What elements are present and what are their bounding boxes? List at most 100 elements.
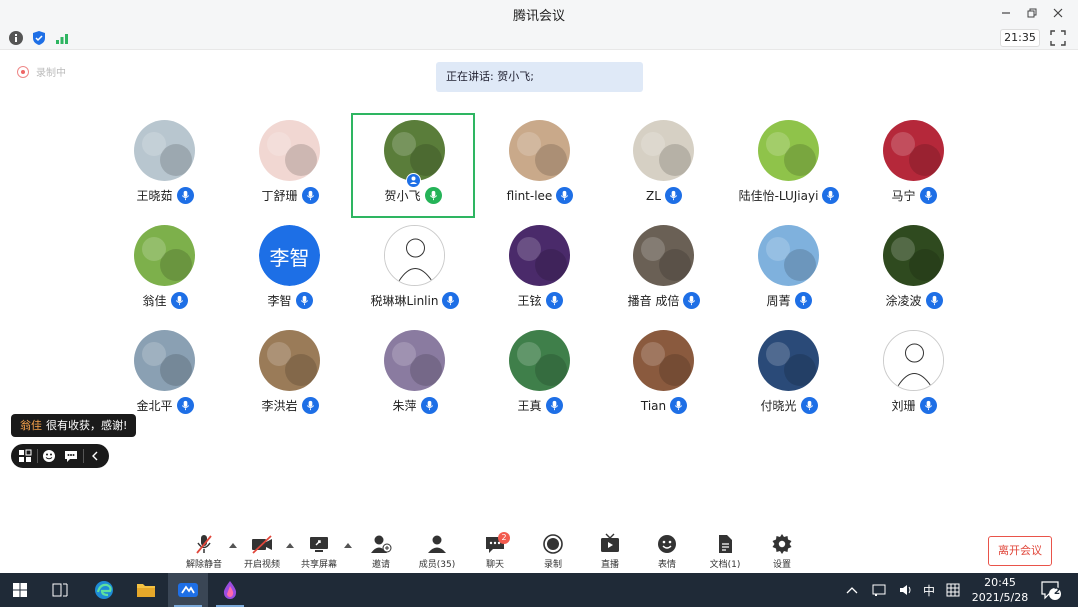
participant-name-row: 王铉 xyxy=(468,292,612,309)
documents-button[interactable]: 文档(1) xyxy=(703,532,747,570)
participant-name-row: 丁舒珊 xyxy=(218,187,362,204)
mic-icon xyxy=(295,292,313,309)
windows-taskbar: 中 20:45 2021/5/28 2 xyxy=(0,573,1078,607)
participant-name-row: 朱萍 xyxy=(343,397,487,414)
live-stream-icon xyxy=(601,533,619,552)
share-screen-icon xyxy=(310,537,328,552)
task-view-icon xyxy=(52,583,68,597)
reactions-button[interactable]: 表情 xyxy=(645,532,689,570)
participant-tile[interactable]: 陆佳怡-LUJiayi xyxy=(727,115,851,220)
mic-icon xyxy=(301,187,319,204)
participant-tile[interactable]: Tian xyxy=(602,325,726,430)
mic-icon xyxy=(442,292,460,309)
participant-tile[interactable]: 涂凌波 xyxy=(852,220,976,325)
restore-button[interactable] xyxy=(1020,3,1044,23)
mic-icon xyxy=(545,397,563,414)
droplet-app-icon xyxy=(223,581,237,599)
invite-button[interactable]: 邀请 xyxy=(359,532,403,570)
participant-tile[interactable]: 李智 李智 xyxy=(228,220,352,325)
participant-tile[interactable]: 马宁 xyxy=(852,115,976,220)
layout-toggle-button[interactable] xyxy=(15,446,35,466)
participant-name-row: 税琳琳Linlin xyxy=(343,292,487,309)
notification-center-button[interactable]: 2 xyxy=(1040,580,1062,600)
participant-tile[interactable]: 王真 xyxy=(478,325,602,430)
participant-name-row: flint-lee xyxy=(468,187,612,204)
participant-name-row: 周菁 xyxy=(717,292,861,309)
participant-tile[interactable]: 税琳琳Linlin xyxy=(353,220,477,325)
settings-button[interactable]: 设置 xyxy=(760,532,804,570)
start-button[interactable] xyxy=(0,573,40,607)
emoji-button[interactable] xyxy=(39,446,59,466)
network-tray-icon[interactable] xyxy=(872,573,888,607)
volume-tray-icon[interactable] xyxy=(898,573,914,607)
participant-tile[interactable]: 丁舒珊 xyxy=(228,115,352,220)
security-shield-icon[interactable] xyxy=(31,30,47,46)
smiley-icon xyxy=(658,535,676,553)
participant-tile[interactable]: 王铉 xyxy=(478,220,602,325)
minimize-button[interactable] xyxy=(994,3,1018,23)
mic-muted-icon xyxy=(196,535,212,554)
gear-icon xyxy=(772,534,792,554)
record-button[interactable]: 录制 xyxy=(531,532,575,570)
participant-tile[interactable]: ZL xyxy=(602,115,726,220)
ime-indicator[interactable]: 中 xyxy=(923,573,935,607)
show-hidden-icons-button[interactable] xyxy=(846,573,858,607)
chat-toast[interactable]: 翁佳 很有收获，感谢! xyxy=(11,414,137,437)
tencent-meeting-taskbar-button[interactable] xyxy=(168,573,208,607)
participant-tile[interactable]: 王晓茹 xyxy=(103,115,227,220)
participant-name: 贺小飞 xyxy=(384,189,421,203)
participant-tile[interactable]: 朱萍 xyxy=(353,325,477,430)
avatar xyxy=(509,330,570,391)
tencent-meeting-icon xyxy=(178,583,198,597)
emoji-icon xyxy=(43,450,56,462)
unmute-button[interactable]: 解除静音 xyxy=(182,532,226,570)
fullscreen-button[interactable] xyxy=(1049,29,1067,47)
participant-tile[interactable]: flint-lee xyxy=(478,115,602,220)
avatar xyxy=(633,225,694,286)
participant-tile[interactable]: 刘珊 xyxy=(852,325,976,430)
avatar xyxy=(633,330,694,391)
start-video-button[interactable]: 开启视频 xyxy=(240,532,284,570)
participant-tile[interactable]: 付晓光 xyxy=(727,325,851,430)
info-icon[interactable] xyxy=(8,30,24,46)
participant-name-row: ZL xyxy=(592,187,736,204)
ime-mode-button[interactable] xyxy=(946,573,960,607)
participant-name: 播音 成倍 xyxy=(627,294,680,308)
participant-tile[interactable]: 贺小飞 xyxy=(351,113,475,218)
participant-name: 丁舒珊 xyxy=(261,189,298,203)
leave-meeting-button[interactable]: 离开会议 xyxy=(988,536,1052,566)
share-screen-button[interactable]: 共享屏幕 xyxy=(297,532,341,570)
members-button[interactable]: 成员(35) xyxy=(415,532,459,570)
participant-name-row: 李智 xyxy=(218,292,362,309)
file-explorer-button[interactable] xyxy=(126,573,166,607)
avatar xyxy=(883,330,944,391)
active-speaker-banner: 正在讲话: 贺小飞; xyxy=(436,62,643,92)
droplet-app-button[interactable] xyxy=(210,573,250,607)
participant-name: flint-lee xyxy=(506,188,553,203)
participant-name-row: 付晓光 xyxy=(717,397,861,414)
taskbar-clock[interactable]: 20:45 2021/5/28 xyxy=(968,575,1032,605)
mic-options-caret-icon[interactable] xyxy=(229,542,237,548)
participant-tile[interactable]: 周菁 xyxy=(727,220,851,325)
network-signal-icon[interactable] xyxy=(54,30,70,46)
live-stream-button[interactable]: 直播 xyxy=(588,532,632,570)
chat-bubble-button[interactable] xyxy=(61,446,81,466)
participant-name-row: 贺小飞 xyxy=(343,187,483,204)
mic-icon xyxy=(925,292,943,309)
share-options-caret-icon[interactable] xyxy=(344,542,352,548)
edge-browser-button[interactable] xyxy=(84,573,124,607)
avatar xyxy=(384,330,445,391)
collapse-button[interactable] xyxy=(85,446,105,466)
grid-keyboard-icon xyxy=(946,583,960,597)
participant-tile[interactable]: 李洪岩 xyxy=(228,325,352,430)
recording-label: 录制中 xyxy=(36,68,66,79)
participant-tile[interactable]: 翁佳 xyxy=(103,220,227,325)
invite-user-icon xyxy=(371,535,392,553)
taskbar-date: 2021/5/28 xyxy=(971,591,1029,604)
participant-tile[interactable]: 播音 成倍 xyxy=(602,220,726,325)
chat-button[interactable]: 2 聊天 xyxy=(473,532,517,570)
mic-icon xyxy=(683,292,701,309)
task-view-button[interactable] xyxy=(40,573,80,607)
video-options-caret-icon[interactable] xyxy=(286,542,294,548)
close-button[interactable] xyxy=(1046,3,1070,23)
